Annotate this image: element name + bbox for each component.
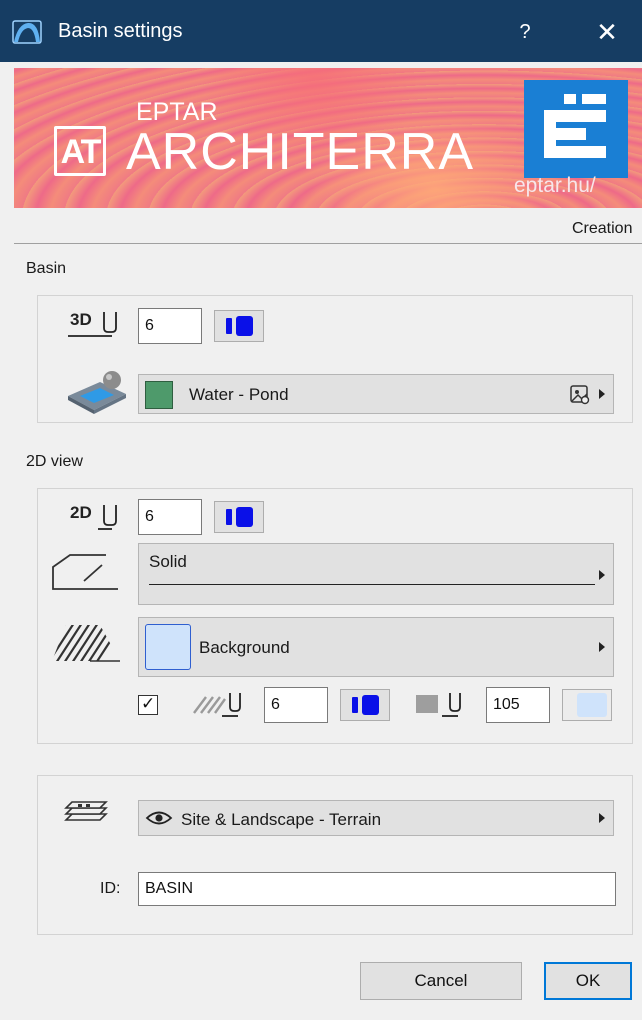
eye-icon: [145, 811, 173, 825]
pen-symbol-icon: [98, 505, 117, 530]
banner-product: ARCHITERRA: [126, 123, 475, 181]
fill-pen-color-button[interactable]: [340, 689, 390, 721]
archicad-app-icon: [12, 20, 42, 44]
line-type-preview: [149, 584, 595, 585]
2d-view-panel: 2D 6 Solid Background ✓ 6 105: [37, 488, 633, 744]
id-label: ID:: [100, 880, 121, 897]
3d-pen-color-button[interactable]: [214, 310, 264, 342]
banner-url: eptar.hu/: [514, 174, 596, 197]
basin-panel: 3D 6 Water - Pond: [37, 295, 633, 423]
ok-button[interactable]: OK: [544, 962, 632, 1000]
fill-swatch: [145, 624, 191, 670]
image-picker-icon[interactable]: [569, 384, 591, 406]
chevron-right-icon: [599, 570, 605, 580]
help-button[interactable]: ?: [505, 14, 545, 50]
2d-pen-input[interactable]: 6: [138, 499, 202, 535]
line-type-icon: [52, 554, 118, 590]
layer-panel: Site & Landscape - Terrain ID: BASIN: [37, 775, 633, 935]
fill-pen-icon: [193, 693, 241, 717]
background-pen-color-button[interactable]: [562, 689, 612, 721]
background-pen-icon: [416, 693, 461, 717]
surface-material-icon: [68, 371, 126, 414]
basin-section-title: Basin: [26, 260, 67, 277]
tab-separator: [14, 243, 642, 244]
window-title: Basin settings: [58, 20, 183, 42]
architerra-banner: AT EPTAR ARCHITERRA eptar.hu/: [14, 68, 642, 208]
2d-pen-color-button[interactable]: [214, 501, 264, 533]
line-type-dropdown[interactable]: Solid: [138, 543, 614, 605]
close-button[interactable]: ✕: [582, 14, 632, 50]
chevron-right-icon: [599, 389, 605, 399]
3d-pen-input[interactable]: 6: [138, 308, 202, 344]
layer-label: Site & Landscape - Terrain: [181, 810, 382, 829]
surface-dropdown[interactable]: Water - Pond: [138, 374, 614, 414]
background-pen-input[interactable]: 105: [486, 687, 550, 723]
3d-pen-icon: 3D: [68, 310, 126, 340]
chevron-right-icon: [599, 642, 605, 652]
id-input[interactable]: BASIN: [138, 872, 616, 906]
title-bar: Basin settings ? ✕: [0, 0, 642, 62]
layer-dropdown[interactable]: Site & Landscape - Terrain: [138, 800, 614, 836]
chevron-right-icon: [599, 813, 605, 823]
2d-view-section-title: 2D view: [26, 453, 83, 470]
fill-pen-input[interactable]: 6: [264, 687, 328, 723]
eptar-brand-icon: [524, 80, 628, 178]
fill-pattern-icon: [52, 625, 120, 662]
fill-type-dropdown[interactable]: Background: [138, 617, 614, 677]
at-logo-letters: AT: [60, 133, 102, 171]
fill-enable-checkbox[interactable]: ✓: [138, 694, 158, 715]
surface-label: Water - Pond: [189, 385, 289, 404]
2d-pen-icon: 2D: [68, 503, 126, 533]
layers-icon: [64, 801, 108, 821]
fill-type-label: Background: [199, 638, 290, 657]
tab-creation[interactable]: Creation: [572, 220, 632, 238]
basin-settings-dialog: Basin settings ? ✕ AT EPTAR ARCHITERRA e…: [0, 0, 642, 1020]
pen-symbol-icon: [68, 312, 117, 337]
cancel-button[interactable]: Cancel: [360, 962, 522, 1000]
at-logo: AT: [54, 126, 106, 176]
surface-color-swatch: [145, 381, 173, 409]
line-type-label: Solid: [149, 552, 187, 571]
